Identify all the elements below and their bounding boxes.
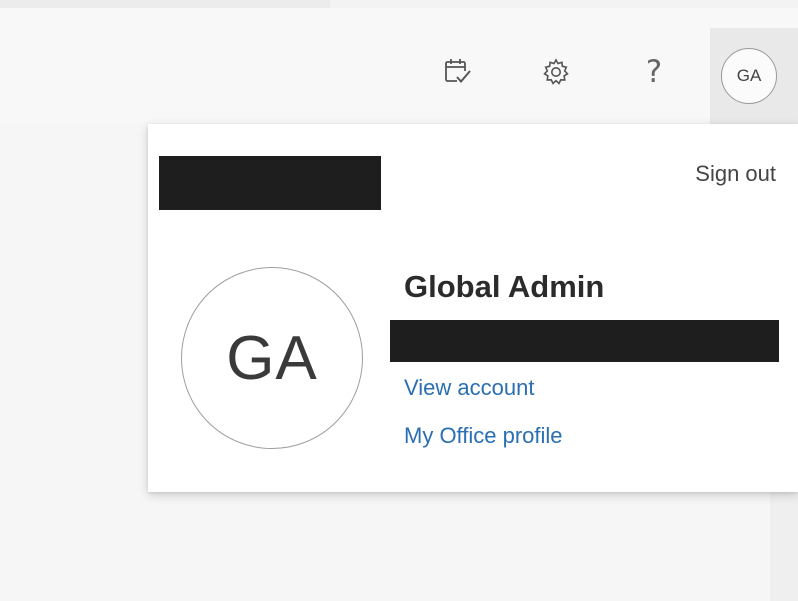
user-display-name: Global Admin <box>404 269 605 304</box>
profile-avatar: GA <box>181 267 363 449</box>
view-account-link[interactable]: View account <box>404 375 534 401</box>
redacted-organization-name <box>159 156 381 210</box>
settings-button[interactable] <box>532 48 580 96</box>
account-avatar-button[interactable]: GA <box>721 48 777 104</box>
top-strip-highlight <box>330 0 798 8</box>
my-office-profile-link[interactable]: My Office profile <box>404 423 563 449</box>
page: ? GA Sign out GA Global Admin View accou… <box>0 0 798 601</box>
header-bar <box>0 8 798 124</box>
redacted-user-email <box>390 320 779 362</box>
help-icon: ? <box>645 53 663 90</box>
gear-icon <box>543 58 569 85</box>
account-flyout: Sign out GA Global Admin View account My… <box>148 124 798 492</box>
help-button[interactable]: ? <box>630 48 678 96</box>
calendar-check-icon <box>445 59 471 84</box>
calendar-check-button[interactable] <box>434 48 482 96</box>
sign-out-link[interactable]: Sign out <box>695 161 776 187</box>
